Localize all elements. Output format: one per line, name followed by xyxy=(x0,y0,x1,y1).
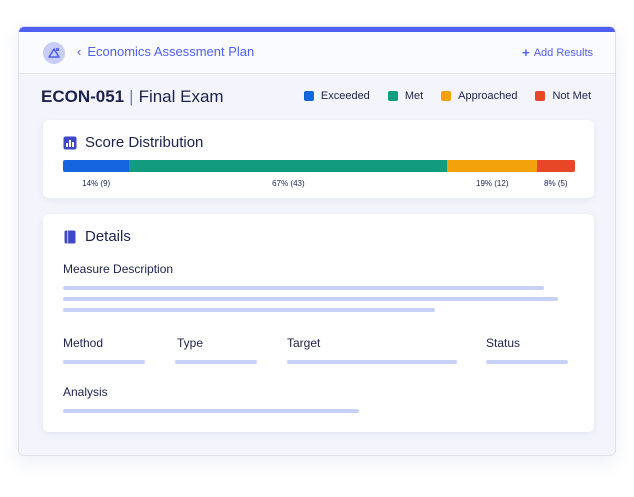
title-separator: | xyxy=(129,87,134,106)
legend-swatch xyxy=(303,91,314,101)
header-bar: ‹ Economics Assessment Plan + Add Result… xyxy=(19,32,615,74)
page-title: ECON-051 | Final Exam xyxy=(41,87,224,107)
score-distribution-title: Score Distribution xyxy=(63,134,203,151)
type-label: Type xyxy=(177,336,204,350)
distribution-segment-approached xyxy=(446,160,538,172)
target-placeholder-line xyxy=(287,360,457,364)
distribution-label: 67% (43) xyxy=(272,179,305,188)
legend-item-exceeded: Exceeded xyxy=(303,90,370,102)
placeholder-line xyxy=(63,308,435,312)
legend-label: Met xyxy=(404,90,424,102)
exam-name: Final Exam xyxy=(138,87,224,106)
add-results-label: Add Results xyxy=(533,46,593,59)
legend-label: Exceeded xyxy=(320,90,370,102)
chevron-left-icon: ‹ xyxy=(77,44,82,59)
status-label: Status xyxy=(486,336,521,350)
bar-chart-icon xyxy=(63,136,77,149)
legend-item-not-met: Not Met xyxy=(535,90,591,102)
panel-title-label: Details xyxy=(85,228,131,245)
legend: Exceeded Met Approached Not Met xyxy=(286,90,591,102)
assessment-card: ‹ Economics Assessment Plan + Add Result… xyxy=(18,26,616,456)
distribution-segment-met xyxy=(129,160,447,172)
measure-description-label: Measure Description xyxy=(63,262,174,276)
legend-label: Approached xyxy=(458,90,518,102)
panel-title-label: Score Distribution xyxy=(85,134,204,151)
details-panel: Details Measure Description Method Type … xyxy=(43,214,594,432)
distribution-label: 14% (9) xyxy=(82,179,111,188)
legend-label: Not Met xyxy=(552,90,591,102)
details-title: Details xyxy=(63,228,131,245)
back-link-label: Economics Assessment Plan xyxy=(87,44,255,59)
add-results-button[interactable]: + Add Results xyxy=(522,45,593,60)
analysis-label: Analysis xyxy=(63,385,108,399)
target-label: Target xyxy=(287,336,321,350)
analysis-placeholder-line xyxy=(63,409,359,413)
back-link[interactable]: ‹ Economics Assessment Plan xyxy=(77,44,254,59)
legend-item-met: Met xyxy=(387,90,424,102)
distribution-bar xyxy=(63,160,575,172)
distribution-label: 8% (5) xyxy=(544,179,568,188)
placeholder-line xyxy=(63,297,558,301)
distribution-segment-exceeded xyxy=(63,160,130,172)
book-icon xyxy=(64,230,76,243)
legend-swatch xyxy=(441,91,452,101)
status-placeholder-line xyxy=(486,360,568,364)
legend-item-approached: Approached xyxy=(441,90,517,102)
score-distribution-panel: Score Distribution 14% (9) 67% (43) 19% (1… xyxy=(43,120,594,198)
method-label: Method xyxy=(63,336,104,350)
logo-icon xyxy=(43,42,65,64)
placeholder-line xyxy=(63,286,544,290)
distribution-label: 19% (12) xyxy=(476,179,509,188)
legend-swatch xyxy=(387,91,398,101)
plus-icon: + xyxy=(522,45,530,60)
exam-code: ECON-051 xyxy=(41,87,125,106)
distribution-segment-not-met xyxy=(537,160,575,172)
legend-swatch xyxy=(535,91,546,101)
method-placeholder-line xyxy=(63,360,145,364)
type-placeholder-line xyxy=(175,360,257,364)
